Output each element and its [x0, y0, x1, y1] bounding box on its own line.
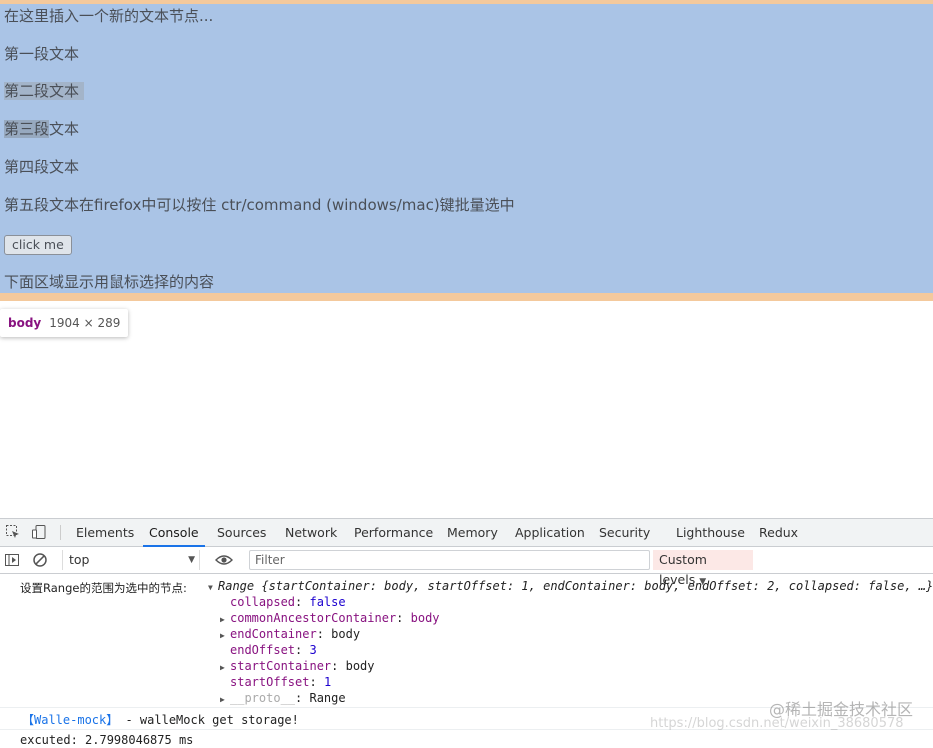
range-prop-end-offset: endOffset: 3 [230, 643, 317, 657]
range-prop-start-offset: startOffset: 1 [230, 675, 332, 689]
tab-memory[interactable]: Memory [447, 519, 498, 546]
tooltip-dimensions: 1904 × 289 [49, 316, 121, 330]
paragraph-3: 第三段文本 [4, 119, 79, 139]
tab-security[interactable]: Security [599, 519, 650, 546]
console-toolbar: top ▼ Custom levels▼ [0, 547, 933, 587]
prop-value: body [345, 659, 375, 673]
inspected-body-margin: 在这里插入一个新的文本节点... 第一段文本 第二段文本 第三段文本 第四段文本… [0, 0, 933, 301]
paragraph-2: 第二段文本 [4, 81, 85, 101]
tab-lighthouse[interactable]: Lighthouse [676, 519, 745, 546]
devtools-panel: Elements Console Sources Network Perform… [0, 518, 933, 747]
prop-value: false [309, 595, 346, 609]
prop-key: startContainer [230, 659, 332, 673]
clear-console-icon[interactable] [32, 552, 48, 568]
console-log-label: 设置Range的范围为选中的节点: [20, 581, 187, 595]
tab-application[interactable]: Application [515, 519, 585, 546]
tabbar-separator [60, 525, 61, 540]
tab-performance[interactable]: Performance [354, 519, 433, 546]
prop-key: __proto__ [230, 691, 296, 705]
collapsed-triangle-icon: ▶ [220, 663, 225, 672]
walle-mock-log: 【Walle-mock】 - walleMock get storage! [22, 712, 299, 728]
collapsed-triangle-icon: ▶ [220, 695, 225, 704]
console-messages: 设置Range的范围为选中的节点: ▼ Range {startContainer… [0, 574, 933, 747]
prop-value: body [410, 611, 440, 625]
prop-key: startOffset [230, 675, 310, 689]
walle-mock-text: - walleMock get storage! [118, 713, 299, 727]
paragraph-1: 第一段文本 [4, 45, 80, 63]
inserted-text-node: 在这里插入一个新的文本节点... [4, 7, 214, 25]
range-summary-text: Range {startContainer: body, startOffset… [218, 579, 933, 593]
click-me-button[interactable]: click me [4, 235, 72, 255]
tab-network[interactable]: Network [285, 519, 337, 546]
tab-elements[interactable]: Elements [76, 519, 134, 546]
chevron-down-icon: ▼ [188, 555, 195, 565]
range-prop-collapsed: collapsed: false [230, 595, 346, 609]
devtools-tabbar: Elements Console Sources Network Perform… [0, 519, 933, 547]
eye-icon[interactable] [215, 552, 233, 568]
inspect-tooltip: body 1904 × 289 [0, 309, 129, 337]
tab-console[interactable]: Console [143, 519, 205, 547]
context-selector-value: top [69, 552, 90, 567]
selection-output-label: 下面区域显示用鼠标选择的内容 [4, 273, 215, 291]
prop-key: commonAncestorContainer [230, 611, 397, 625]
tab-sources[interactable]: Sources [217, 519, 266, 546]
expanded-triangle-icon: ▼ [208, 583, 213, 592]
timing-log: excuted: 2.7998046875 ms [20, 733, 194, 747]
paragraph-3-selected: 第三段 [4, 120, 50, 138]
paragraph-2-selected: 第二段文本 [4, 82, 85, 100]
paragraph-4: 第四段文本 [4, 158, 80, 176]
paragraph-3-rest: 文本 [49, 120, 80, 138]
console-filter-input[interactable] [249, 550, 650, 570]
prop-value: 3 [309, 643, 317, 657]
context-selector[interactable]: top ▼ [62, 550, 200, 570]
prop-value: body [331, 627, 361, 641]
tooltip-tag: body [8, 316, 42, 330]
device-toolbar-icon[interactable] [31, 524, 47, 540]
collapsed-triangle-icon: ▶ [220, 631, 225, 640]
prop-key: endOffset [230, 643, 296, 657]
walle-mock-prefix: 【Walle-mock】 [22, 713, 119, 727]
tab-redux[interactable]: Redux [759, 519, 798, 546]
prop-value: Range [309, 691, 346, 705]
inspected-body-content: 在这里插入一个新的文本节点... 第一段文本 第二段文本 第三段文本 第四段文本… [0, 4, 933, 293]
paragraph-5: 第五段文本在firefox中可以按住 ctr/command (windows/… [4, 196, 515, 214]
prop-key: collapsed [230, 595, 296, 609]
range-prop-proto[interactable]: ▶ __proto__: Range [220, 690, 346, 708]
prop-value: 1 [323, 675, 332, 689]
inspect-element-icon[interactable] [5, 524, 21, 540]
sidebar-toggle-icon[interactable] [4, 552, 20, 568]
watermark-url: https://blog.csdn.net/weixin_38680578 [650, 716, 904, 731]
prop-key: endContainer [230, 627, 317, 641]
log-levels-dropdown[interactable]: Custom levels ▼ [653, 550, 753, 587]
